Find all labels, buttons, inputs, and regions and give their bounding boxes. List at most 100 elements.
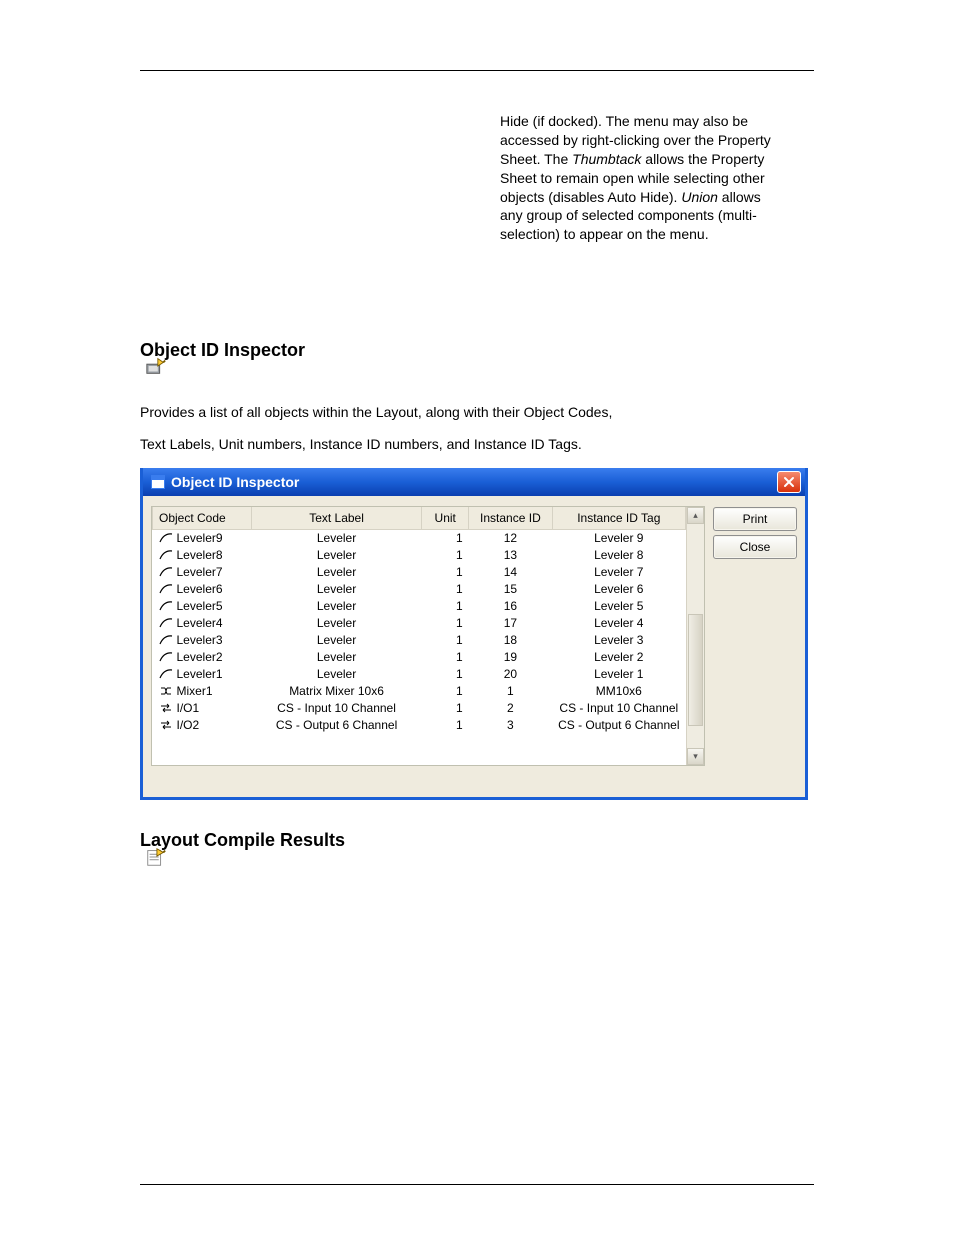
- cell-instance-id-tag: Leveler 7: [552, 564, 685, 581]
- table-row[interactable]: Leveler8Leveler113Leveler 8: [153, 547, 686, 564]
- cell-object-code: Leveler5: [177, 599, 223, 613]
- cell-unit: 1: [422, 581, 469, 598]
- cell-instance-id: 20: [469, 666, 552, 683]
- col-text-label[interactable]: Text Label: [251, 507, 421, 530]
- divider-top: [140, 70, 814, 71]
- object-table: Object Code Text Label Unit Instance ID …: [151, 506, 705, 766]
- object-id-inspector-window: Object ID Inspector Object Code Text Lab…: [140, 468, 808, 800]
- leveler-icon: [159, 617, 173, 629]
- table-row[interactable]: Leveler5Leveler116Leveler 5: [153, 598, 686, 615]
- cell-object-code: I/O2: [177, 718, 200, 732]
- text: accessed by right-clicking over the Prop…: [500, 132, 771, 148]
- cell-unit: 1: [422, 615, 469, 632]
- table-row[interactable]: Leveler4Leveler117Leveler 4: [153, 615, 686, 632]
- scroll-down-icon[interactable]: ▾: [687, 748, 704, 765]
- mixer-icon: [159, 685, 173, 697]
- io-icon: [159, 719, 173, 731]
- description-line-2: Text Labels, Unit numbers, Instance ID n…: [140, 436, 582, 452]
- cell-instance-id-tag: MM10x6: [552, 683, 685, 700]
- table-row[interactable]: Leveler7 Leveler114Leveler 7: [153, 564, 686, 581]
- cell-text-label: CS - Output 6 Channel: [251, 717, 421, 734]
- col-instance-id[interactable]: Instance ID: [469, 507, 552, 530]
- io-icon: [159, 702, 173, 714]
- cell-object-code: Mixer1: [177, 684, 213, 698]
- cell-unit: 1: [422, 666, 469, 683]
- cell-text-label: Leveler: [251, 564, 421, 581]
- text: Sheet. The: [500, 151, 572, 167]
- leveler-icon: [159, 583, 173, 595]
- cell-unit: 1: [422, 683, 469, 700]
- print-button[interactable]: Print: [713, 507, 797, 531]
- cell-instance-id-tag: CS - Input 10 Channel: [552, 700, 685, 717]
- text: any group of selected components (multi-: [500, 207, 757, 223]
- cell-instance-id-tag: CS - Output 6 Channel: [552, 717, 685, 734]
- leveler-icon: [159, 668, 173, 680]
- scroll-up-icon[interactable]: ▴: [687, 507, 704, 524]
- scroll-thumb[interactable]: [688, 614, 703, 726]
- cell-object-code: Leveler6: [177, 582, 223, 596]
- col-object-code[interactable]: Object Code: [153, 507, 252, 530]
- leveler-icon: [159, 651, 173, 663]
- cell-instance-id: 13: [469, 547, 552, 564]
- table-row[interactable]: I/O2CS - Output 6 Channel13CS - Output 6…: [153, 717, 686, 734]
- cell-instance-id: 18: [469, 632, 552, 649]
- scroll-track[interactable]: [687, 524, 704, 748]
- cell-object-code: Leveler9: [177, 531, 223, 545]
- cell-unit: 1: [422, 700, 469, 717]
- leveler-icon: [159, 600, 173, 612]
- section-heading-layout-compile-results: Layout Compile Results: [140, 830, 345, 851]
- table-row[interactable]: I/O1CS - Input 10 Channel12CS - Input 10…: [153, 700, 686, 717]
- cell-object-code: Leveler1: [177, 667, 223, 681]
- cell-text-label: Leveler: [251, 530, 421, 548]
- cell-unit: 1: [422, 649, 469, 666]
- table-row[interactable]: Leveler6Leveler115Leveler 6: [153, 581, 686, 598]
- cell-instance-id: 16: [469, 598, 552, 615]
- table-row[interactable]: Leveler3Leveler118Leveler 3: [153, 632, 686, 649]
- cell-object-code: Leveler3: [177, 633, 223, 647]
- close-button[interactable]: Close: [713, 535, 797, 559]
- paragraph: Hide (if docked). The menu may also be a…: [500, 112, 810, 244]
- cell-unit: 1: [422, 564, 469, 581]
- text: selection) to appear on the menu.: [500, 226, 709, 242]
- cell-object-code: Leveler4: [177, 616, 223, 630]
- cell-object-code: Leveler2: [177, 650, 223, 664]
- text: Sheet to remain open while selecting oth…: [500, 170, 765, 186]
- cell-instance-id: 2: [469, 700, 552, 717]
- cell-instance-id-tag: Leveler 2: [552, 649, 685, 666]
- divider-bottom: [140, 1184, 814, 1185]
- cell-object-code: Leveler7: [177, 565, 223, 579]
- table-row[interactable]: Leveler2Leveler119Leveler 2: [153, 649, 686, 666]
- cell-text-label: Leveler: [251, 649, 421, 666]
- cell-text-label: Matrix Mixer 10x6: [251, 683, 421, 700]
- cell-instance-id: 14: [469, 564, 552, 581]
- titlebar[interactable]: Object ID Inspector: [143, 468, 805, 496]
- leveler-icon: [159, 634, 173, 646]
- cell-unit: 1: [422, 632, 469, 649]
- window-title: Object ID Inspector: [171, 474, 299, 490]
- cell-instance-id-tag: Leveler 3: [552, 632, 685, 649]
- cell-text-label: Leveler: [251, 547, 421, 564]
- layout-compile-results-toolbar-icon: [145, 846, 167, 868]
- leveler-icon: [159, 566, 173, 578]
- cell-text-label: Leveler: [251, 598, 421, 615]
- cell-instance-id-tag: Leveler 4: [552, 615, 685, 632]
- cell-unit: 1: [422, 530, 469, 548]
- cell-text-label: Leveler: [251, 615, 421, 632]
- cell-unit: 1: [422, 547, 469, 564]
- cell-unit: 1: [422, 717, 469, 734]
- col-instance-id-tag[interactable]: Instance ID Tag: [552, 507, 685, 530]
- italic-term: Thumbtack: [572, 151, 641, 167]
- cell-instance-id-tag: Leveler 9: [552, 530, 685, 548]
- cell-unit: 1: [422, 598, 469, 615]
- table-row[interactable]: Mixer1Matrix Mixer 10x611MM10x6: [153, 683, 686, 700]
- leveler-icon: [159, 532, 173, 544]
- table-row[interactable]: Leveler9Leveler112Leveler 9: [153, 530, 686, 548]
- col-unit[interactable]: Unit: [422, 507, 469, 530]
- scrollbar[interactable]: ▴ ▾: [686, 507, 704, 765]
- cell-instance-id-tag: Leveler 1: [552, 666, 685, 683]
- text: allows: [718, 189, 761, 205]
- cell-instance-id-tag: Leveler 8: [552, 547, 685, 564]
- close-icon[interactable]: [777, 471, 801, 493]
- table-row[interactable]: Leveler1Leveler120Leveler 1: [153, 666, 686, 683]
- cell-text-label: CS - Input 10 Channel: [251, 700, 421, 717]
